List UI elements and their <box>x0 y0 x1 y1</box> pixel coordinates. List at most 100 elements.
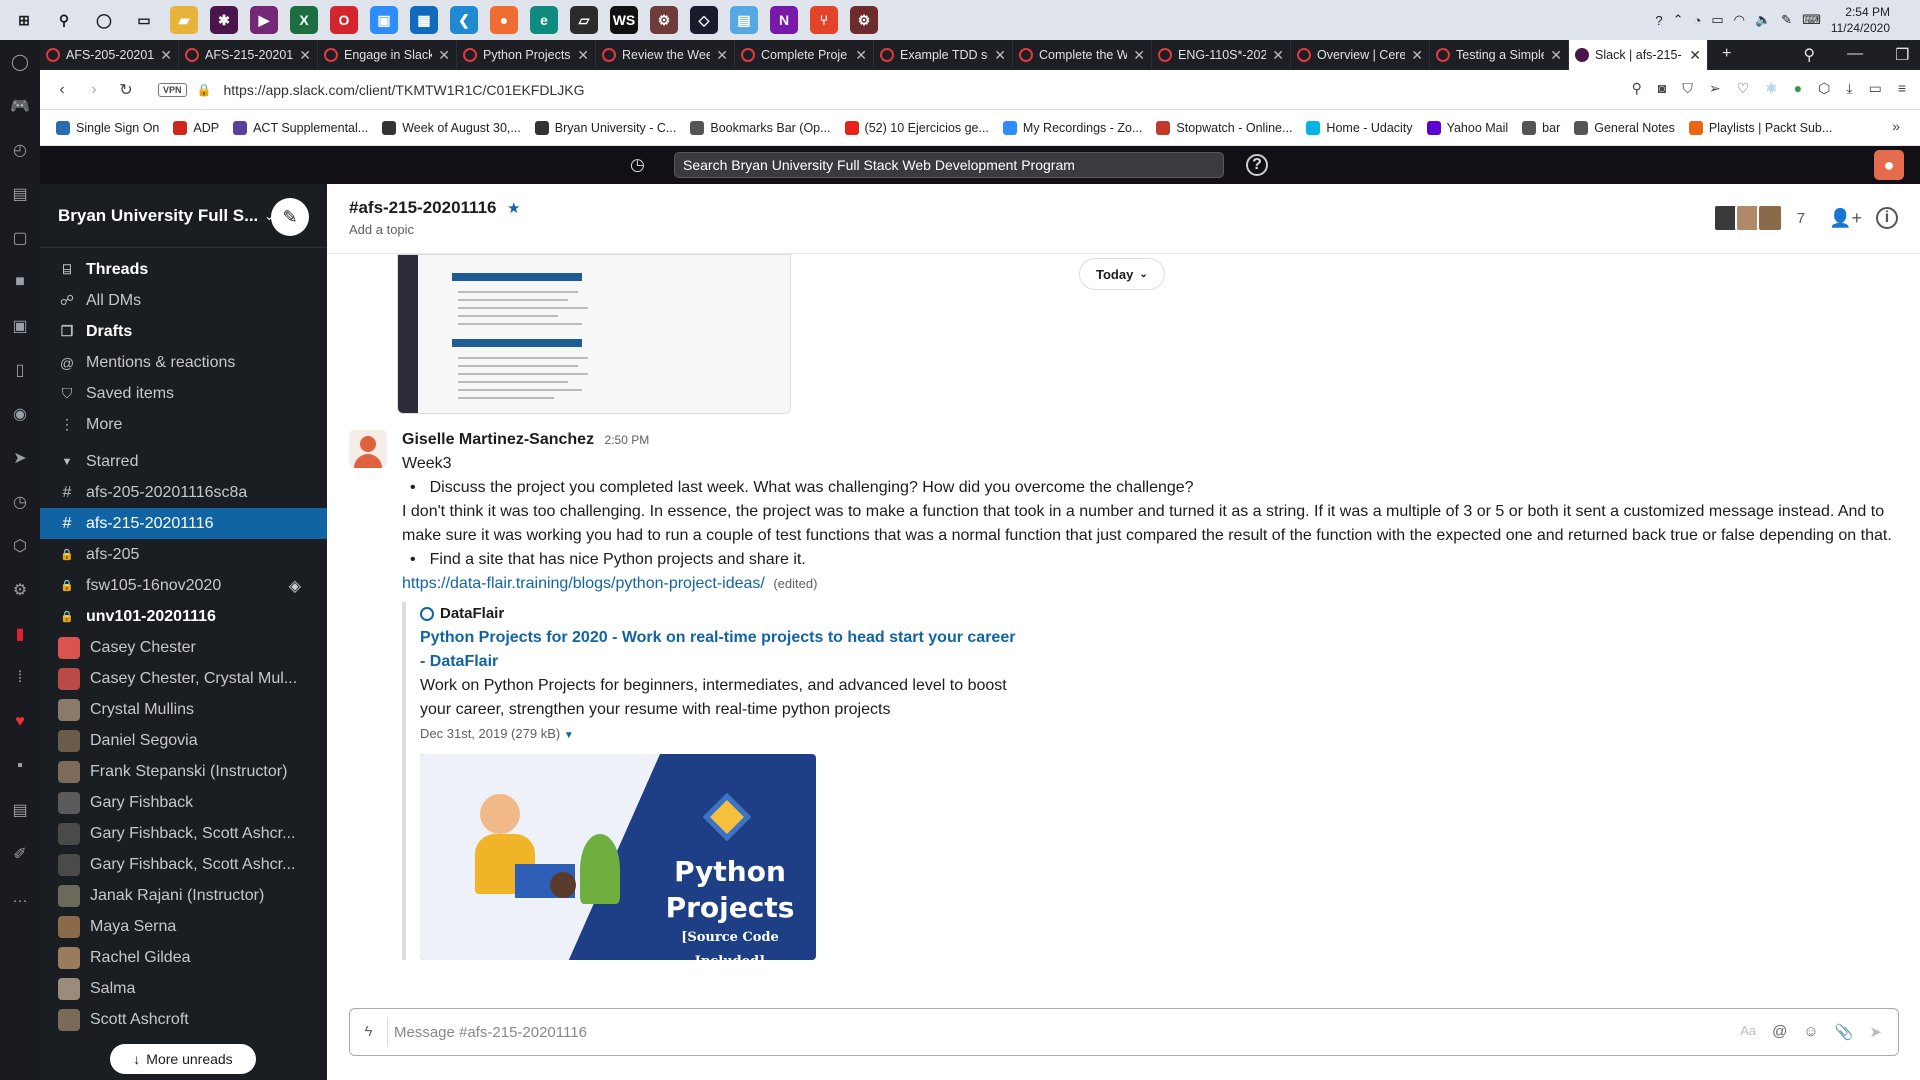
help-icon[interactable]: ? <box>1246 154 1268 176</box>
mention-icon[interactable]: @ <box>1772 1023 1787 1041</box>
sidebar-item-threads[interactable]: ⌸ Threads <box>40 254 327 285</box>
keyboard-icon[interactable]: ⌨ <box>1802 12 1821 28</box>
sidebar-item-all-dms[interactable]: ☍ All DMs <box>40 285 327 316</box>
attached-screenshot[interactable] <box>397 254 791 414</box>
tab[interactable]: Slack | afs-215- ✕ <box>1569 40 1708 70</box>
battery-saver-icon[interactable]: ▭ <box>1869 80 1882 97</box>
network-icon[interactable]: ◔ <box>1693 13 1701 28</box>
reload-icon[interactable]: ↻ <box>110 80 142 100</box>
sidebar-dm[interactable]: Salma <box>40 973 327 1004</box>
sidebar-channel[interactable]: 🔒 unv101-20201116 <box>40 601 327 632</box>
new-tab-icon[interactable]: + <box>1722 45 1731 65</box>
star-icon[interactable]: ★ <box>507 200 520 217</box>
bookmark-item[interactable]: Playlists | Packt Sub... <box>1688 120 1832 135</box>
tab[interactable]: AFS-215-20201 ✕ <box>179 40 318 70</box>
sidebar-dm[interactable]: Maya Serna <box>40 911 327 942</box>
twitch-icon[interactable]: ▢ <box>0 216 40 260</box>
shortcuts-icon[interactable]: ϟ <box>350 1017 388 1047</box>
extension-green-icon[interactable]: ● <box>1794 80 1802 97</box>
history-icon[interactable]: ◷ <box>0 480 40 524</box>
close-tab-icon[interactable]: ✕ <box>160 47 172 64</box>
bookmarks-overflow-icon[interactable]: » <box>1892 118 1900 134</box>
more-horizontal-icon[interactable]: … <box>0 876 40 920</box>
sidebar-dm[interactable]: Janak Rajani (Instructor) <box>40 880 327 911</box>
sidebar-channel[interactable]: 🔒 fsw105-16nov2020 ◈ <box>40 570 327 601</box>
file-explorer-icon[interactable]: ▰ <box>170 6 198 34</box>
sidebar-item-saved-items[interactable]: ⛉ Saved items <box>40 378 327 409</box>
cube-icon[interactable]: ⬡ <box>1818 80 1830 97</box>
close-tab-icon[interactable]: ✕ <box>438 47 450 64</box>
tab[interactable]: Engage in Slack ✕ <box>318 40 457 70</box>
forward-icon[interactable]: › <box>78 81 110 99</box>
tab[interactable]: AFS-205-20201 ✕ <box>40 40 179 70</box>
tab[interactable]: Python Projects ✕ <box>457 40 596 70</box>
photos-icon[interactable]: ▤ <box>730 6 758 34</box>
pen-icon[interactable]: ✎ <box>1781 12 1792 28</box>
zoom-icon[interactable]: ▣ <box>370 6 398 34</box>
bookmark-item[interactable]: bar <box>1522 120 1560 135</box>
share-icon[interactable]: ➢ <box>1709 80 1721 97</box>
heart-outline-icon[interactable]: ♡ <box>1737 80 1750 97</box>
camera-icon[interactable]: ◙ <box>1658 80 1666 97</box>
bookmark-item[interactable]: Yahoo Mail <box>1426 120 1508 135</box>
close-tab-icon[interactable]: ✕ <box>1411 47 1423 64</box>
workspace-header[interactable]: Bryan University Full S... ⌄ ✎ <box>40 184 327 248</box>
chrome-dev-icon[interactable]: ⚙ <box>850 6 878 34</box>
zoom-icon[interactable]: ⚲ <box>1632 80 1642 97</box>
opera-logo-icon[interactable]: ◯ <box>0 40 40 84</box>
close-tab-icon[interactable]: ✕ <box>1689 47 1701 64</box>
react-devtools-icon[interactable]: ⚛ <box>1765 80 1778 97</box>
edge-icon[interactable]: e <box>530 6 558 34</box>
sidebar-channel[interactable]: # afs-215-20201116 <box>40 508 327 539</box>
sidebar-item-drafts[interactable]: ❐ Drafts <box>40 316 327 347</box>
bookmark-item[interactable]: Week of August 30,... <box>382 120 521 135</box>
extensions-icon[interactable]: ⬡ <box>0 524 40 568</box>
powerapps-icon[interactable]: ▶ <box>250 6 278 34</box>
wifi-icon[interactable]: ◠ <box>1734 12 1745 28</box>
tab[interactable]: Example TDD sc ✕ <box>874 40 1013 70</box>
sidebar-dm[interactable]: Scott Ashcroft <box>40 1004 327 1035</box>
sidebar-dm[interactable]: Gary Fishback, Scott Ashcr... <box>40 818 327 849</box>
preview-image[interactable]: Python Projects [Source Code Included] <box>420 754 816 960</box>
member-count[interactable]: 7 <box>1797 210 1805 227</box>
sidebar-item-more[interactable]: ⋮ More <box>40 409 327 440</box>
avatar[interactable] <box>349 430 387 468</box>
channel-topic[interactable]: Add a topic <box>349 222 1920 237</box>
sidebar-dm[interactable]: Gary Fishback, Scott Ashcr... <box>40 849 327 880</box>
close-tab-icon[interactable]: ✕ <box>1272 47 1284 64</box>
tab[interactable]: ENG-110S*-202 ✕ <box>1152 40 1291 70</box>
speed-dial-icon[interactable]: ◴ <box>0 128 40 172</box>
pinboard-icon[interactable]: ✐ <box>0 832 40 876</box>
outlook-icon[interactable]: ▦ <box>410 6 438 34</box>
app-icon[interactable]: ▪ <box>0 744 40 788</box>
battery-icon[interactable]: ▭ <box>1711 12 1723 28</box>
git-icon[interactable]: ⑂ <box>810 6 838 34</box>
chevron-up-icon[interactable]: ⌃ <box>1673 12 1684 28</box>
bookmark-item[interactable]: Single Sign On <box>56 120 159 135</box>
volume-icon[interactable]: 🔈 <box>1755 12 1771 28</box>
send-icon[interactable]: ➤ <box>1869 1023 1882 1041</box>
download-icon[interactable]: ⤓ <box>1846 80 1852 97</box>
vpn-badge[interactable]: VPN <box>158 82 187 97</box>
minimize-icon[interactable]: — <box>1847 45 1863 65</box>
search-input[interactable]: Search Bryan University Full Stack Web D… <box>674 152 1224 178</box>
send-icon[interactable]: ➤ <box>0 436 40 480</box>
emoji-icon[interactable]: ☺ <box>1803 1023 1818 1041</box>
shield-icon[interactable]: ⛉ <box>1682 80 1693 97</box>
compose-icon[interactable]: ✎ <box>271 198 309 236</box>
tab[interactable]: Complete Proje ✕ <box>735 40 874 70</box>
message-sender[interactable]: Giselle Martinez-Sanchez <box>402 431 594 448</box>
bookmark-item[interactable]: ACT Supplemental... <box>233 120 368 135</box>
red-app-icon[interactable]: ▮ <box>0 612 40 656</box>
clock[interactable]: 2:54 PM 11/24/2020 <box>1831 4 1890 36</box>
tab[interactable]: Complete the W ✕ <box>1013 40 1152 70</box>
bag-icon[interactable]: ▣ <box>0 304 40 348</box>
bookmark-item[interactable]: Home - Udacity <box>1306 120 1413 135</box>
bookmark-item[interactable]: Bookmarks Bar (Op... <box>690 120 831 135</box>
grid-icon[interactable]: ⁞ <box>0 656 40 700</box>
sidebar-dm[interactable]: Daniel Segovia <box>40 725 327 756</box>
close-tab-icon[interactable]: ✕ <box>577 47 589 64</box>
task-view-icon[interactable]: ▭ <box>130 6 158 34</box>
restore-icon[interactable]: ❐ <box>1895 45 1909 65</box>
history-icon[interactable]: ◷ <box>630 155 645 175</box>
